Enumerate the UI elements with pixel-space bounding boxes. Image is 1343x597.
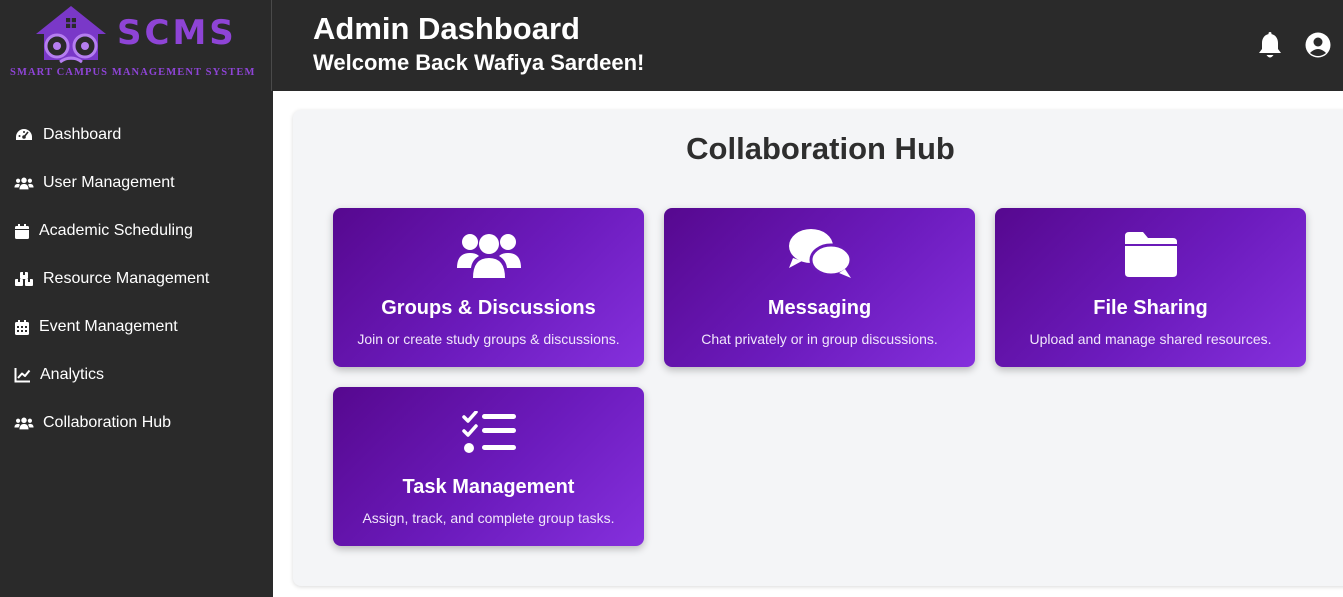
sidebar-item-event-management[interactable]: Event Management: [14, 315, 178, 339]
card-task-management[interactable]: Task Management Assign, track, and compl…: [333, 387, 644, 546]
card-title: Task Management: [402, 476, 575, 498]
sidebar-item-label: Academic Scheduling: [39, 222, 193, 239]
comments-icon: [788, 229, 852, 278]
main-content: Collaboration Hub Groups & Discussions J…: [273, 91, 1343, 597]
card-description: Chat privately or in group discussions.: [701, 331, 938, 347]
users-icon: [14, 177, 34, 190]
section-title: Collaboration Hub: [686, 131, 955, 166]
logo[interactable]: SCMS SMART CAMPUS MANAGEMENT SYSTEM: [0, 0, 272, 91]
list-check-icon: [461, 411, 516, 453]
sidebar-item-label: Collaboration Hub: [43, 414, 172, 431]
card-title: Messaging: [767, 297, 872, 319]
card-description: Join or create study groups & discussion…: [357, 331, 620, 347]
sidebar-item-label: Event Management: [39, 318, 178, 335]
bell-icon[interactable]: [1257, 32, 1283, 60]
page-title: Admin Dashboard: [313, 11, 580, 46]
card-title: Groups & Discussions: [381, 297, 596, 319]
sidebar-item-user-management[interactable]: User Management: [14, 171, 175, 195]
sidebar-item-label: User Management: [43, 174, 175, 191]
sidebar-item-label: Analytics: [40, 366, 105, 383]
line-chart-icon: [14, 368, 31, 383]
users-icon: [456, 234, 521, 278]
brand-name: SCMS: [117, 13, 237, 53]
sidebar-item-collaboration-hub[interactable]: Collaboration Hub: [14, 411, 171, 435]
sidebar-item-label: Dashboard: [43, 126, 122, 143]
gauge-icon: [16, 129, 32, 140]
top-header: SCMS SMART CAMPUS MANAGEMENT SYSTEM Admi…: [0, 0, 1343, 91]
brand-tagline: SMART CAMPUS MANAGEMENT SYSTEM: [10, 67, 256, 78]
calendar-icon: [15, 224, 29, 239]
card-title: File Sharing: [1093, 297, 1208, 319]
card-description: Upload and manage shared resources.: [1029, 331, 1272, 347]
logo-house-icon: [36, 6, 106, 64]
sidebar-item-label: Resource Management: [43, 270, 210, 287]
sidebar-item-academic-scheduling[interactable]: Academic Scheduling: [14, 219, 193, 243]
card-description: Assign, track, and complete group tasks.: [362, 510, 615, 526]
sidebar-item-analytics[interactable]: Analytics: [14, 363, 104, 387]
user-circle-icon[interactable]: [1305, 32, 1331, 58]
sidebar-item-resource-management[interactable]: Resource Management: [14, 267, 209, 291]
folder-icon: [1124, 232, 1177, 277]
card-file-sharing[interactable]: File Sharing Upload and manage shared re…: [995, 208, 1306, 367]
card-messaging[interactable]: Messaging Chat privately or in group dis…: [664, 208, 975, 367]
calendar-days-icon: [15, 320, 29, 335]
welcome-message: Welcome Back Wafiya Sardeen!: [313, 50, 645, 75]
collaboration-hub-panel: Collaboration Hub Groups & Discussions J…: [293, 110, 1343, 586]
card-groups-discussions[interactable]: Groups & Discussions Join or create stud…: [333, 208, 644, 367]
sidebar-item-dashboard[interactable]: Dashboard: [14, 123, 121, 147]
sidebar: Dashboard User Management Academic Sched…: [0, 91, 273, 597]
users-icon: [14, 417, 34, 430]
boxes-icon: [15, 272, 33, 286]
